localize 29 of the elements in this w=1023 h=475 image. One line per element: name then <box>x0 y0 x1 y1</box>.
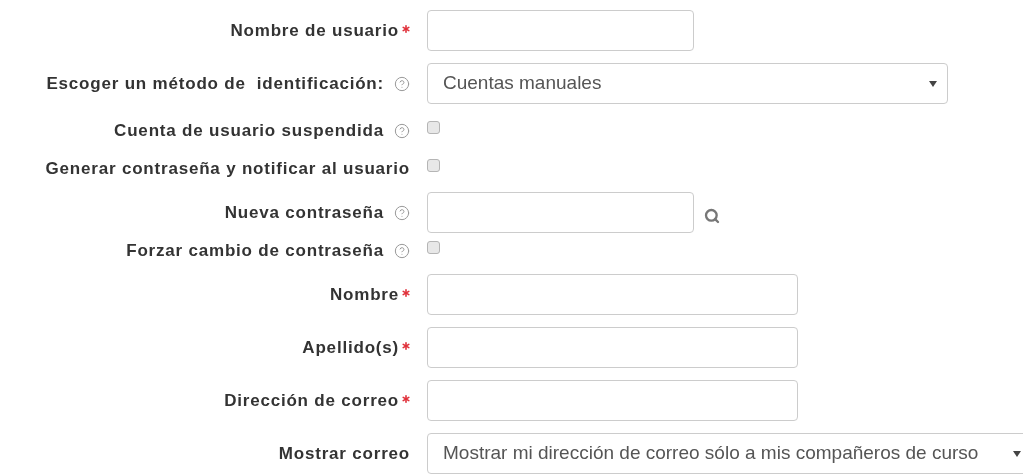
help-icon[interactable] <box>394 204 410 221</box>
field-label: Escoger un método de identificación: <box>46 72 384 95</box>
field-label: Nueva contraseña <box>224 201 384 224</box>
field-label: Dirección de correo <box>224 389 399 412</box>
text-field[interactable] <box>427 380 798 421</box>
field-label: Forzar cambio de contraseña <box>126 240 384 263</box>
field-label: Generar contraseña y notificar al usuario <box>45 158 410 181</box>
dropdown-select[interactable]: Cuentas manuales <box>427 63 948 104</box>
field-label: Cuenta de usuario suspendida <box>114 120 384 143</box>
checkbox[interactable] <box>427 120 440 134</box>
field-label: Nombre de usuario <box>230 19 399 42</box>
field-label: Apellido(s) <box>302 336 399 359</box>
caret-icon <box>1013 450 1021 457</box>
field-label: Mostrar correo <box>278 442 410 465</box>
text-field[interactable] <box>427 10 694 51</box>
help-icon[interactable] <box>394 75 410 92</box>
dropdown-value: Cuentas manuales <box>443 71 603 96</box>
password-field[interactable] <box>427 192 694 233</box>
dropdown-value: Mostrar mi dirección de correo sólo a mis compañeros de curso <box>443 441 980 466</box>
text-field[interactable] <box>427 327 798 368</box>
checkbox[interactable] <box>427 240 440 254</box>
caret-icon <box>929 80 937 87</box>
search-icon[interactable] <box>704 207 720 224</box>
help-icon[interactable] <box>394 123 410 139</box>
checkbox[interactable] <box>427 158 440 172</box>
field-label: Nombre <box>329 283 399 306</box>
dropdown-select[interactable]: Mostrar mi dirección de correo sólo a mis compañeros de curso <box>427 433 1023 474</box>
text-field[interactable] <box>427 274 798 315</box>
help-icon[interactable] <box>394 243 410 259</box>
